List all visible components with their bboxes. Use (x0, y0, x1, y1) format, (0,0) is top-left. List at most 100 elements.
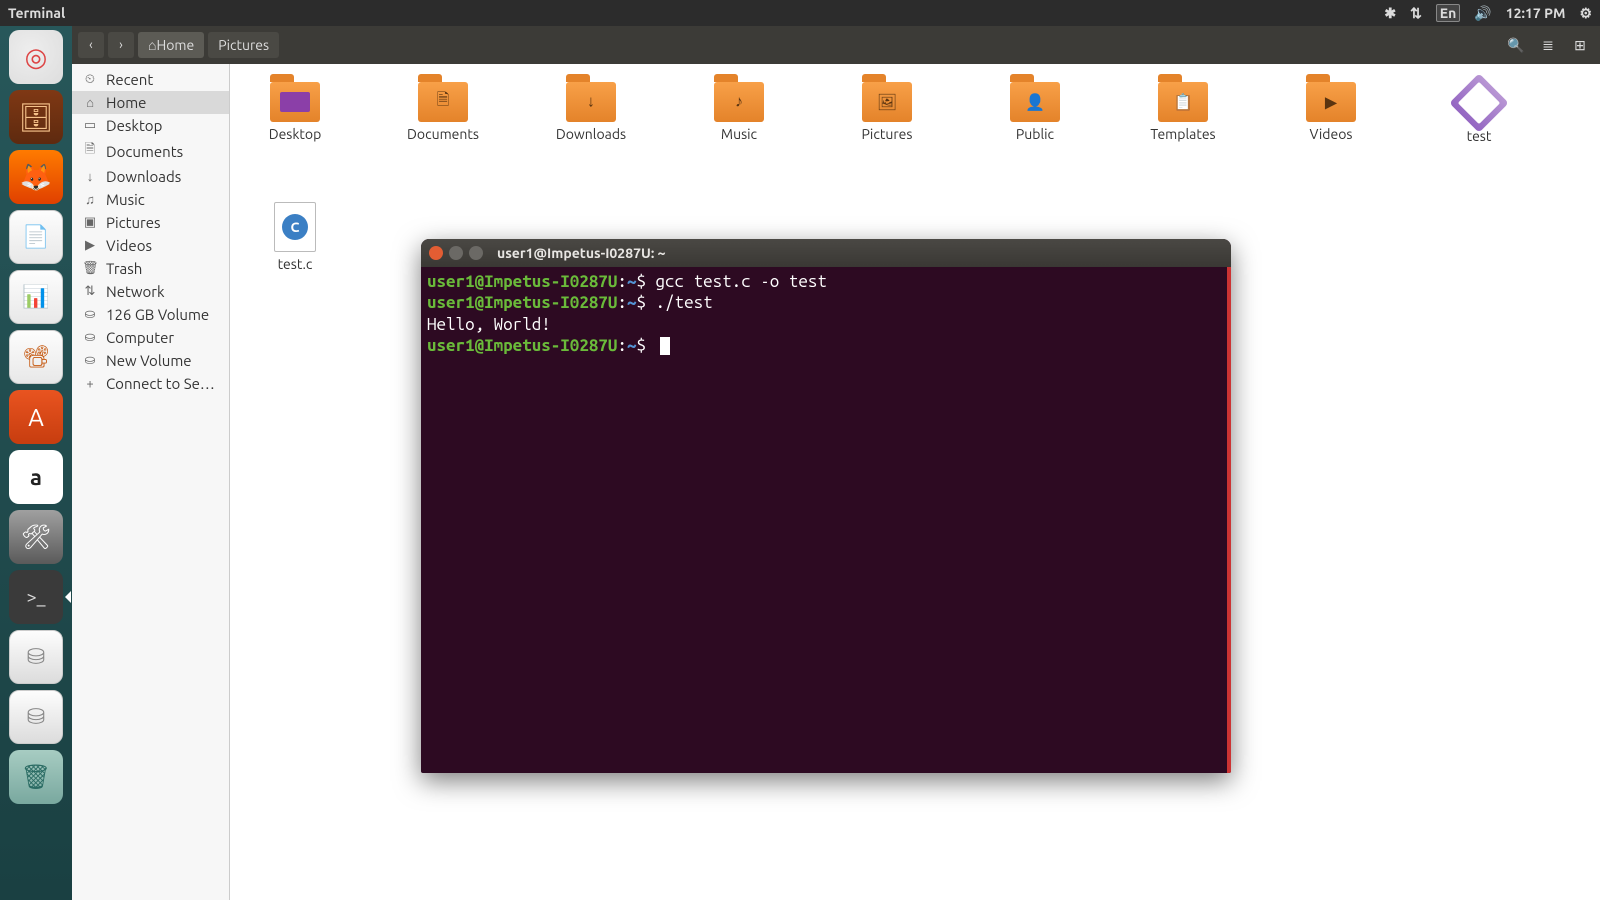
session-gear-icon[interactable]: ⚙ (1579, 5, 1592, 22)
file-name-label: Public (1016, 126, 1054, 142)
window-maximize-button[interactable] (469, 246, 483, 260)
unity-launcher: ◎ 🗄 🦊 📄 📊 📽 A a 🛠 >_ ⛁ ⛁ 🗑 (0, 26, 72, 900)
search-icon[interactable]: 🔍 (1502, 32, 1530, 58)
launcher-settings[interactable]: 🛠 (9, 510, 63, 564)
sidebar-item-videos[interactable]: ▶ Videos (72, 234, 229, 257)
sidebar-item-label: 126 GB Volume (106, 306, 209, 323)
launcher-terminal[interactable]: >_ (9, 570, 63, 624)
sidebar-item-icon: ▶ (82, 238, 98, 253)
sidebar-item-home[interactable]: ⌂ Home (72, 91, 229, 114)
sidebar-item-desktop[interactable]: ▭ Desktop (72, 114, 229, 137)
back-button[interactable]: ‹ (78, 32, 104, 58)
file-icon: C (274, 202, 316, 252)
sidebar-item-pictures[interactable]: ▣ Pictures (72, 211, 229, 234)
sidebar-item-label: Trash (106, 260, 142, 277)
sidebar-item-label: Desktop (106, 117, 162, 134)
sidebar-item-icon: 🗑 (82, 261, 98, 276)
file-item-test[interactable]: test (1434, 82, 1524, 144)
file-item-downloads[interactable]: ↓ Downloads (546, 82, 636, 144)
list-view-icon[interactable]: ≣ (1534, 32, 1562, 58)
launcher-drive-1[interactable]: ⛁ (9, 630, 63, 684)
sidebar-item-label: Videos (106, 237, 152, 254)
sidebar-item-label: Pictures (106, 214, 161, 231)
terminal-window[interactable]: user1@Impetus-I0287U: ~ user1@Impetus-I0… (421, 239, 1231, 773)
terminal-titlebar[interactable]: user1@Impetus-I0287U: ~ (421, 239, 1231, 267)
file-name-label: test.c (278, 256, 313, 272)
sidebar-item-computer[interactable]: ⛀Computer (72, 326, 229, 349)
launcher-writer[interactable]: 📄 (9, 210, 63, 264)
launcher-files[interactable]: 🗄 (9, 90, 63, 144)
sidebar-item-icon: ⛀ (82, 330, 98, 345)
launcher-firefox[interactable]: 🦊 (9, 150, 63, 204)
file-item-templates[interactable]: 📋Templates (1138, 82, 1228, 144)
file-icon: ♪ (714, 82, 764, 122)
sidebar-item-icon: ▭ (82, 118, 98, 133)
sidebar-item-network[interactable]: ⇅ Network (72, 280, 229, 303)
file-item-desktop[interactable]: Desktop (250, 82, 340, 144)
path-segment-home-label: Home (156, 37, 194, 53)
file-item-videos[interactable]: ▶ Videos (1286, 82, 1376, 144)
terminal-title: user1@Impetus-I0287U: ~ (497, 245, 666, 261)
file-icon: ↓ (566, 82, 616, 122)
file-icon: 📋 (1158, 82, 1208, 122)
file-icon: 👤 (1010, 82, 1060, 122)
sidebar-item-trash[interactable]: 🗑 Trash (72, 257, 229, 280)
file-name-label: Downloads (556, 126, 626, 142)
sidebar-item-label: Network (106, 283, 165, 300)
sidebar-item-label: New Volume (106, 352, 192, 369)
sidebar-item-music[interactable]: ♫Music (72, 188, 229, 211)
focused-app-name: Terminal (8, 5, 65, 21)
file-name-label: Documents (407, 126, 479, 142)
sidebar-item-label: Connect to Se… (106, 375, 215, 392)
sidebar-item-recent[interactable]: ⏲Recent (72, 68, 229, 91)
files-sidebar: ⏲Recent ⌂ Home ▭ Desktop 🗎 Documents ↓Downloads… (72, 64, 230, 900)
keyboard-indicator[interactable]: En (1436, 4, 1461, 22)
window-close-button[interactable] (429, 246, 443, 260)
sidebar-item-new-volume[interactable]: ⛀ New Volume (72, 349, 229, 372)
terminal-cursor (660, 337, 670, 355)
clock[interactable]: 12:17 PM (1506, 5, 1566, 21)
sidebar-item-documents[interactable]: 🗎 Documents (72, 137, 229, 165)
sidebar-item-label: Documents (106, 143, 183, 160)
path-segment-pictures[interactable]: Pictures (208, 32, 279, 58)
network-icon[interactable]: ⇅ (1410, 5, 1422, 22)
terminal-scroll-edge (1227, 267, 1231, 773)
file-item-test-c[interactable]: Ctest.c (250, 202, 340, 272)
file-name-label: Pictures (862, 126, 913, 142)
file-icon: ▶ (1306, 82, 1356, 122)
file-item-music[interactable]: ♪Music (694, 82, 784, 144)
bluetooth-icon[interactable]: ✱ (1384, 5, 1396, 22)
sidebar-item-icon: ⛀ (82, 353, 98, 368)
top-menubar: Terminal ✱ ⇅ En 🔊 12:17 PM ⚙ (0, 0, 1600, 26)
window-minimize-button[interactable] (449, 246, 463, 260)
sidebar-item-icon: ⇅ (82, 284, 98, 299)
grid-view-icon[interactable]: ⊞ (1566, 32, 1594, 58)
file-item-documents[interactable]: 🗎Documents (398, 82, 488, 144)
sidebar-item-icon: ⌂ (82, 95, 98, 110)
file-item-pictures[interactable]: 🖼Pictures (842, 82, 932, 144)
file-name-label: Videos (1310, 126, 1353, 142)
terminal-command-line: user1@Impetus-I0287U:~$ gcc test.c -o te… (427, 271, 1225, 292)
launcher-drive-2[interactable]: ⛁ (9, 690, 63, 744)
file-name-label: Desktop (269, 126, 322, 142)
sidebar-item-downloads[interactable]: ↓Downloads (72, 165, 229, 188)
path-segment-home[interactable]: ⌂ Home (138, 32, 204, 58)
launcher-dash[interactable]: ◎ (9, 30, 63, 84)
sidebar-item-icon: ♫ (82, 192, 98, 207)
launcher-calc[interactable]: 📊 (9, 270, 63, 324)
launcher-software[interactable]: A (9, 390, 63, 444)
sidebar-item-connect-to-se-[interactable]: +Connect to Se… (72, 372, 229, 395)
sidebar-item-icon: 🗎 (82, 140, 98, 162)
sidebar-item-126-gb-volume[interactable]: ⛀126 GB Volume (72, 303, 229, 326)
sidebar-item-label: Home (106, 94, 146, 111)
launcher-amazon[interactable]: a (9, 450, 63, 504)
volume-icon[interactable]: 🔊 (1474, 5, 1491, 22)
launcher-trash[interactable]: 🗑 (9, 750, 63, 804)
sidebar-item-icon: ▣ (82, 215, 98, 230)
file-item-public[interactable]: 👤 Public (990, 82, 1080, 144)
terminal-body[interactable]: user1@Impetus-I0287U:~$ gcc test.c -o te… (421, 267, 1231, 773)
forward-button[interactable]: › (108, 32, 134, 58)
launcher-impress[interactable]: 📽 (9, 330, 63, 384)
file-icon (270, 82, 320, 122)
sidebar-item-icon: ⏲ (82, 72, 98, 87)
